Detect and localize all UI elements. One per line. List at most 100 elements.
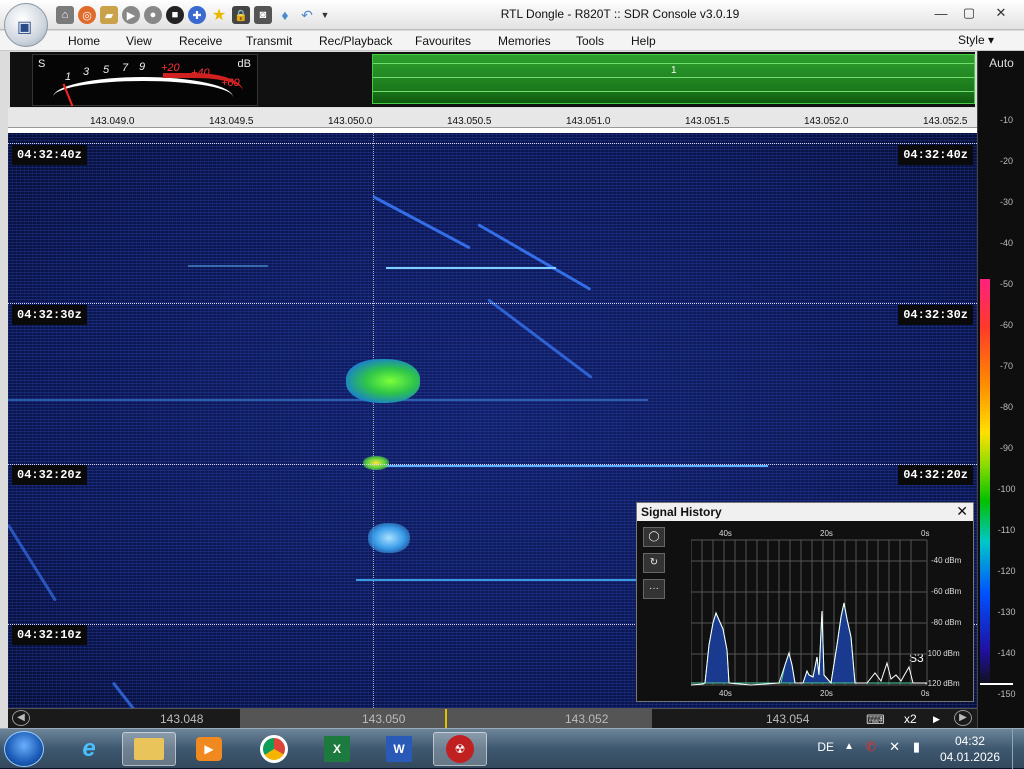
star-icon[interactable]: ★	[210, 6, 228, 24]
menu-receive[interactable]: Receive	[179, 34, 222, 48]
time-gridline	[8, 464, 977, 465]
network-icon[interactable]: ✕	[889, 739, 900, 755]
tray-expand-icon[interactable]: ▲	[844, 741, 854, 752]
record-icon[interactable]: ●	[144, 6, 162, 24]
carrier-trace	[356, 579, 636, 581]
app-window: ▣ ⌂ ◎ ▰ ▶ ● ■ ✚ ★ 🔒 ◙ ♦ ↶ ▼ RTL Dongle -…	[0, 0, 1024, 729]
freq-label: 143.049.0	[90, 116, 135, 127]
power-icon[interactable]: ◎	[78, 6, 96, 24]
media-player-icon[interactable]: ▶	[182, 732, 236, 766]
db-scale-sidebar: Auto -10 -20 -30 -40 -50 -60 -70 -80 -90…	[977, 51, 1024, 728]
freq-label: 143.049.5	[209, 116, 254, 127]
spectrum-grid-line	[373, 77, 974, 78]
window-controls: — ▢ ✕	[928, 2, 1018, 24]
db-level-label: -20	[999, 156, 1013, 166]
db-level-label: -110	[997, 525, 1016, 535]
history-record-button[interactable]: ◯	[643, 527, 665, 547]
signal-history-panel: Signal History ✕ ◯ ↻ ··· 40s 20s 0s 40s …	[636, 502, 974, 702]
s-meter: S dB 1 3 5 7 9 +20 +40 +60	[32, 54, 258, 107]
history-more-button[interactable]: ···	[643, 579, 665, 599]
menu-bar: Home View Receive Transmit Rec/Playback …	[0, 31, 1024, 51]
window-title: RTL Dongle - R820T :: SDR Console v3.0.1…	[500, 7, 740, 21]
chrome-icon[interactable]	[247, 732, 301, 766]
menu-transmit[interactable]: Transmit	[246, 34, 292, 48]
minimize-button[interactable]: —	[928, 2, 954, 24]
app-menu-button[interactable]: ▣	[4, 3, 48, 47]
range-label: 143.048	[160, 712, 204, 726]
db-level-label: -30	[999, 197, 1013, 207]
db-level-label: -40	[999, 238, 1013, 248]
signal-burst	[346, 359, 420, 403]
explorer-icon[interactable]	[122, 732, 176, 766]
db-level-label: -70	[999, 361, 1013, 371]
tuning-line	[373, 133, 374, 708]
menu-favourites[interactable]: Favourites	[415, 34, 471, 48]
zoom-selector[interactable]: x2	[904, 712, 917, 726]
power-status-icon[interactable]: ▮	[913, 739, 920, 755]
colour-scale-bar[interactable]	[980, 279, 990, 683]
s-meter-s-label: S	[38, 58, 46, 70]
menu-help[interactable]: Help	[631, 34, 656, 48]
spectrum-marker: 1	[671, 65, 677, 76]
spectrum-grid-line	[373, 91, 974, 92]
stop-icon[interactable]: ■	[166, 6, 184, 24]
clock-time: 04:32	[954, 734, 985, 748]
menu-rec-playback[interactable]: Rec/Playback	[319, 34, 392, 48]
system-clock[interactable]: 04:32 04.01.2026	[940, 733, 1000, 765]
sdr-console-icon[interactable]: ☢	[433, 732, 487, 766]
menu-view[interactable]: View	[126, 34, 152, 48]
frequency-scrollbar[interactable]: ◀ 143.048 143.050 143.052 143.054 ⌨ x2 ▶…	[8, 708, 977, 729]
quick-access-toolbar: ⌂ ◎ ▰ ▶ ● ■ ✚ ★ 🔒 ◙ ♦ ↶ ▼	[56, 6, 330, 24]
signal-burst	[368, 523, 410, 553]
home-icon[interactable]: ⌂	[56, 6, 74, 24]
s-scale-5: 5	[103, 64, 110, 76]
play-icon[interactable]: ▶	[122, 6, 140, 24]
signal-history-close-button[interactable]: ✕	[956, 503, 968, 520]
db-level-label: -100	[997, 484, 1016, 494]
scale-floor-marker[interactable]	[980, 683, 1013, 685]
tuned-frequency-marker	[445, 709, 447, 729]
db-level-label: -10	[999, 115, 1013, 125]
start-button[interactable]	[4, 731, 44, 767]
zoom-arrow-icon[interactable]: ▶	[933, 714, 940, 725]
s-scale-7: 7	[122, 62, 129, 74]
close-button[interactable]: ✕	[984, 2, 1018, 24]
frequency-axis[interactable]: 143.049.0 143.049.5 143.050.0 143.050.5 …	[8, 108, 977, 128]
maximize-button[interactable]: ▢	[956, 2, 982, 24]
db-level-label: -90	[999, 443, 1013, 453]
undo-icon[interactable]: ↶	[298, 6, 316, 24]
time-gridline	[8, 303, 977, 304]
folder-icon[interactable]: ▰	[100, 6, 118, 24]
carrier-trace	[368, 465, 768, 467]
dropdown-icon[interactable]: ▼	[320, 6, 330, 24]
db-level-label: -80	[999, 402, 1013, 412]
scroll-right-icon[interactable]: ▶	[954, 710, 972, 726]
history-reset-button[interactable]: ↻	[643, 553, 665, 573]
menu-tools[interactable]: Tools	[576, 34, 604, 48]
freq-label: 143.050.5	[447, 116, 492, 127]
spectrum-display[interactable]: 1	[372, 54, 975, 104]
signal-history-header: Signal History ✕	[637, 503, 973, 521]
auto-scale-button[interactable]: Auto	[978, 56, 1024, 70]
keyboard-icon[interactable]: ⌨	[866, 712, 885, 728]
menu-home[interactable]: Home	[68, 34, 100, 48]
timestamp-right: 04:32:20z	[898, 465, 973, 485]
menu-memories[interactable]: Memories	[498, 34, 551, 48]
freq-label: 143.051.0	[566, 116, 611, 127]
excel-icon[interactable]: X	[310, 732, 364, 766]
tray-app-icon[interactable]: ✆	[865, 739, 876, 755]
word-icon[interactable]: W	[372, 732, 426, 766]
ie-icon[interactable]: e	[62, 732, 116, 766]
db-level-label: -60	[999, 320, 1013, 330]
style-dropdown[interactable]: Style ▾	[958, 33, 994, 47]
drop-icon[interactable]: ♦	[276, 6, 294, 24]
language-indicator[interactable]: DE	[817, 740, 834, 754]
scroll-left-icon[interactable]: ◀	[12, 710, 30, 726]
lock-icon[interactable]: 🔒	[232, 6, 250, 24]
plus-icon[interactable]: ✚	[188, 6, 206, 24]
timestamp-left: 04:32:10z	[12, 625, 87, 645]
clock-date: 04.01.2026	[939, 750, 1000, 764]
show-desktop-button[interactable]	[1012, 729, 1024, 769]
app-logo-icon: ▣	[17, 19, 33, 36]
camera-icon[interactable]: ◙	[254, 6, 272, 24]
